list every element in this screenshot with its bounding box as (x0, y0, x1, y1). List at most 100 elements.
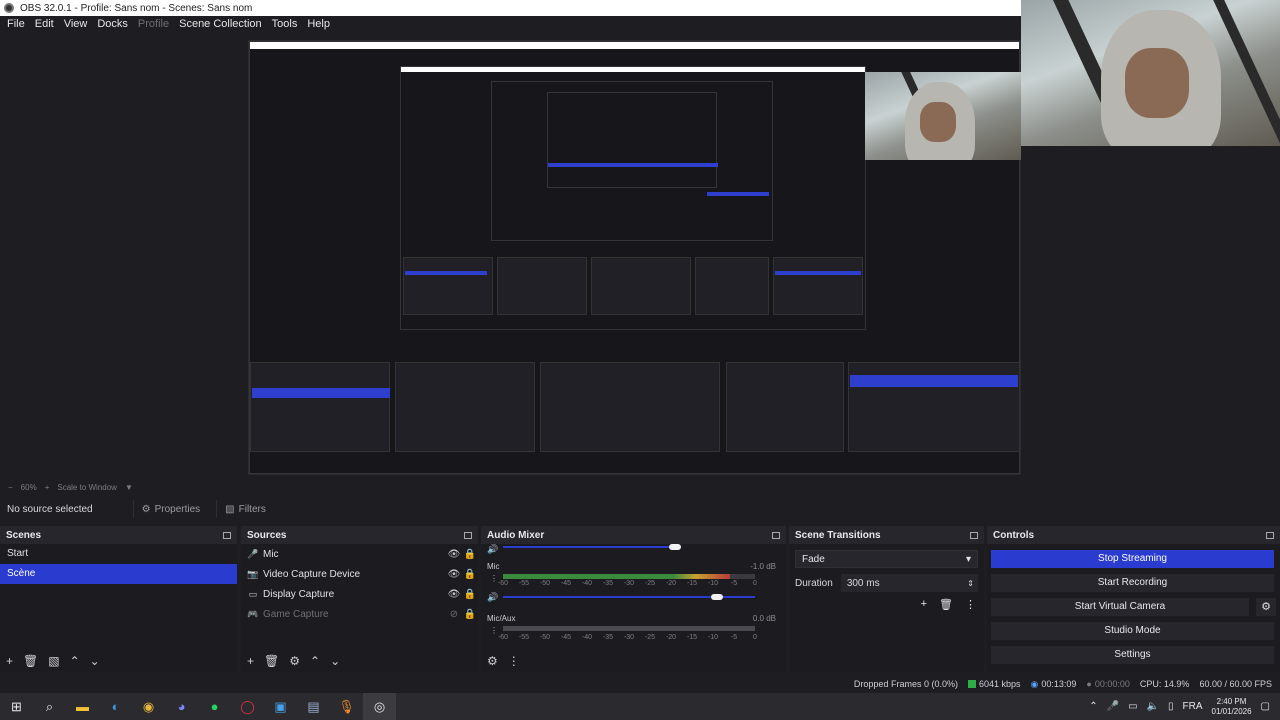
add-icon[interactable]: + (247, 654, 254, 668)
volume-slider-track[interactable] (503, 546, 673, 548)
trash-icon[interactable]: 🗑 (23, 654, 38, 668)
scale-mode-dropdown-icon[interactable]: ▼ (125, 483, 133, 492)
volume-slider-handle[interactable] (669, 544, 681, 550)
gear-icon[interactable]: ⚙ (289, 654, 300, 668)
menu-tools[interactable]: Tools (267, 18, 303, 30)
notification-icon[interactable]: ▢ (1261, 701, 1270, 712)
trash-icon[interactable]: 🗑 (264, 654, 279, 668)
filters-button[interactable]: ▧ Filters (216, 500, 266, 518)
meter-tick-label: -5 (730, 634, 738, 641)
meter-tick-label: -5 (730, 580, 738, 587)
menu-docks[interactable]: Docks (92, 18, 133, 30)
source-item-video-capture[interactable]: 📷 Video Capture Device 👁 🔒 (241, 564, 478, 584)
menu-profile[interactable]: Profile (133, 18, 174, 30)
lock-icon[interactable]: 🔒 (462, 569, 478, 580)
move-down-icon[interactable]: ⌄ (90, 654, 100, 668)
scene-item-start[interactable]: Start (0, 544, 237, 564)
transition-actions: + 🗑 ⋮ (921, 598, 976, 611)
speaker-icon[interactable]: 🔈 (1147, 701, 1159, 712)
stop-streaming-button[interactable]: Stop Streaming (991, 550, 1274, 568)
lock-icon[interactable]: 🔒 (462, 589, 478, 600)
start-recording-button[interactable]: Start Recording (991, 574, 1274, 592)
audio-mixer-header: Audio Mixer (481, 526, 786, 544)
battery-icon[interactable]: ▯ (1168, 701, 1174, 712)
audio-mixer-body: 🔊 Mic -1.0 dB ⋮ -60 -55 -50 -45 -40 -35 -30 -25… (481, 544, 786, 650)
add-icon[interactable]: + (6, 654, 13, 668)
scale-mode-select[interactable]: Scale to Window (57, 483, 117, 492)
eye-icon[interactable]: 👁 (446, 569, 462, 580)
eye-icon[interactable]: 👁 (446, 549, 462, 560)
record-time-stat: ● 00:00:00 (1086, 679, 1129, 689)
edge-icon[interactable]: ◐ (99, 693, 132, 720)
chrome-icon[interactable]: ◉ (132, 693, 165, 720)
more-options-icon[interactable]: ⋮ (965, 598, 976, 611)
zoom-in-icon[interactable]: + (45, 483, 50, 492)
app-icon[interactable]: ▣ (264, 693, 297, 720)
settings-button[interactable]: Settings (991, 646, 1274, 664)
lock-icon[interactable]: 🔒 (462, 609, 478, 620)
move-down-icon[interactable]: ⌄ (330, 654, 340, 668)
spinner-icon[interactable]: ⇕ (967, 579, 974, 588)
add-icon[interactable]: + (921, 598, 927, 611)
advanced-audio-icon[interactable]: ⚙ (487, 654, 498, 668)
bitrate-stat: 6041 kbps (967, 679, 1021, 689)
properties-label: Properties (154, 503, 201, 515)
scene-transitions-dock: Scene Transitions Fade ▾ Duration 300 ms… (789, 526, 984, 672)
network-icon[interactable]: ▭ (1128, 701, 1137, 712)
duration-label: Duration (795, 577, 833, 589)
meter-tick-label: -10 (707, 634, 719, 641)
source-item-display-capture[interactable]: ▭ Display Capture 👁 🔒 (241, 584, 478, 604)
meter-tick-label: -40 (581, 634, 593, 641)
search-icon[interactable]: ⌕ (33, 693, 66, 720)
menu-help[interactable]: Help (302, 18, 335, 30)
studio-mode-button[interactable]: Studio Mode (991, 622, 1274, 640)
menu-edit[interactable]: Edit (30, 18, 59, 30)
zoom-out-icon[interactable]: − (8, 483, 13, 492)
trash-icon[interactable]: 🗑 (939, 598, 953, 611)
move-up-icon[interactable]: ⌃ (70, 654, 80, 668)
scene-filters-icon[interactable]: ▧ (48, 654, 59, 668)
meter-tick-label: -35 (602, 634, 614, 641)
source-toolbar: No source selected ⚙ Properties ▧ Filter… (0, 498, 1280, 520)
spotify-icon[interactable]: ● (198, 693, 231, 720)
move-up-icon[interactable]: ⌃ (310, 654, 320, 668)
mixer-menu-icon[interactable]: ⋮ (508, 654, 520, 668)
volume-icon[interactable]: 🔊 (487, 592, 498, 603)
channel-menu-icon[interactable]: ⋮ (490, 574, 498, 583)
language-indicator[interactable]: FRA (1183, 701, 1203, 712)
scene-item-scene[interactable]: Scène (0, 564, 237, 584)
undock-icon[interactable] (1266, 531, 1274, 539)
mic-app-icon[interactable]: 🎙 (330, 693, 363, 720)
app-icon[interactable]: ▤ (297, 693, 330, 720)
undock-icon[interactable] (223, 531, 231, 539)
menu-view[interactable]: View (59, 18, 93, 30)
transition-select[interactable]: Fade ▾ (795, 550, 978, 568)
undock-icon[interactable] (970, 531, 978, 539)
properties-button[interactable]: ⚙ Properties (132, 500, 201, 518)
channel-menu-icon[interactable]: ⋮ (490, 626, 498, 635)
virtual-camera-settings-icon[interactable]: ⚙ (1256, 598, 1276, 616)
menu-file[interactable]: File (2, 18, 30, 30)
duration-input[interactable]: 300 ms ⇕ (840, 574, 978, 592)
volume-icon[interactable]: 🔊 (487, 544, 498, 555)
volume-slider-handle[interactable] (711, 594, 724, 600)
chevron-up-icon[interactable]: ⌃ (1089, 701, 1097, 712)
scene-transitions-header: Scene Transitions (789, 526, 984, 544)
undock-icon[interactable] (772, 531, 780, 539)
source-item-game-capture[interactable]: 🎮 Game Capture ⊘ 🔒 (241, 604, 478, 624)
lock-icon[interactable]: 🔒 (462, 549, 478, 560)
source-item-mic[interactable]: 🎤 Mic 👁 🔒 (241, 544, 478, 564)
meter-tick-label: -30 (623, 580, 635, 587)
mic-tray-icon[interactable]: 🎤 (1107, 701, 1119, 712)
obs-icon[interactable]: ◎ (363, 693, 396, 720)
file-explorer-icon[interactable]: ▬ (66, 693, 99, 720)
eye-hidden-icon[interactable]: ⊘ (446, 609, 462, 620)
menu-scene-collection[interactable]: Scene Collection (174, 18, 267, 30)
opera-icon[interactable]: ◯ (231, 693, 264, 720)
start-virtual-camera-button[interactable]: Start Virtual Camera (991, 598, 1249, 616)
undock-icon[interactable] (464, 531, 472, 539)
windows-start-icon[interactable]: ⊞ (0, 693, 33, 720)
discord-icon[interactable]: ◕ (165, 693, 198, 720)
clock[interactable]: 2:40 PM 01/01/2026 (1212, 697, 1252, 717)
eye-icon[interactable]: 👁 (446, 589, 462, 600)
